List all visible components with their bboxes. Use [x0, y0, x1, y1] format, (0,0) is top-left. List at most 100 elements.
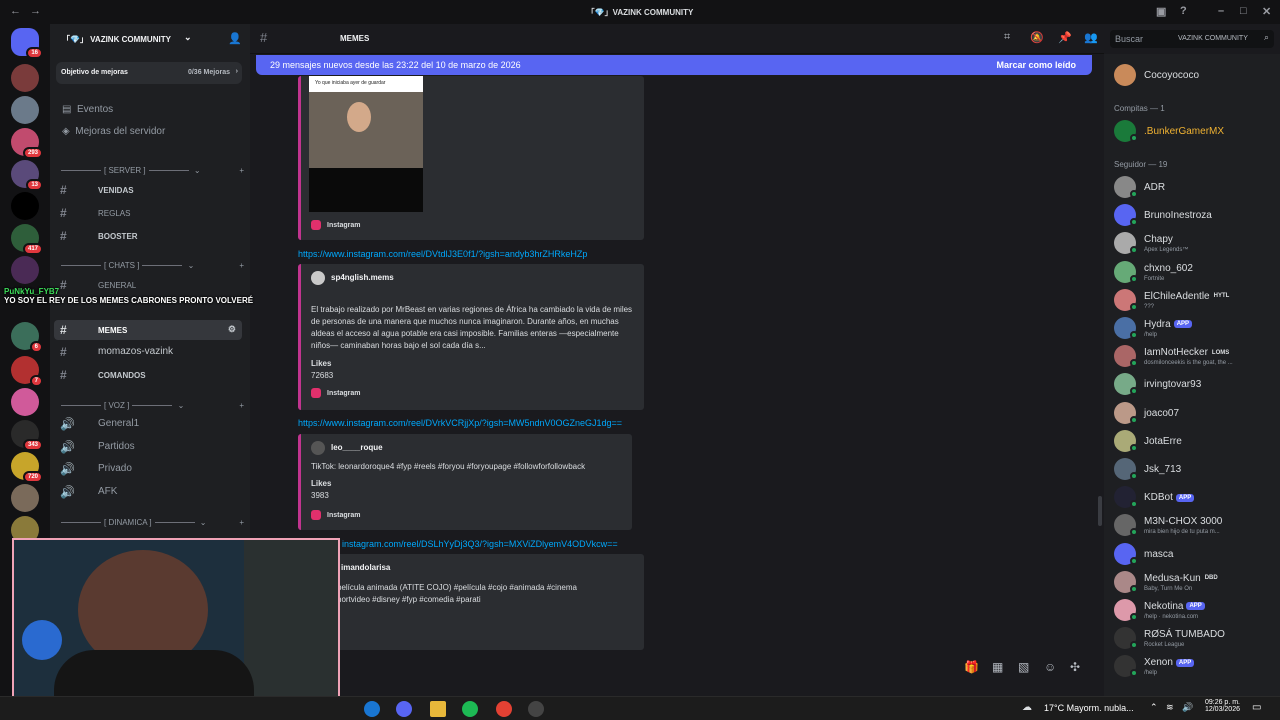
channel-momazos[interactable]: # momazos-vazink: [54, 342, 242, 362]
boost-goal[interactable]: Objetivo de mejoras 0/36 Mejoras ›: [56, 62, 242, 84]
embed-author[interactable]: leo____roque: [331, 443, 383, 452]
member-item[interactable]: JotaErre: [1114, 428, 1280, 454]
obs-icon[interactable]: [528, 701, 544, 717]
voice-channel-general1[interactable]: 🔊 General1: [54, 414, 242, 434]
tiktok-server-icon[interactable]: [11, 192, 39, 220]
server-icon[interactable]: 13: [11, 160, 43, 191]
emoji-icon[interactable]: ☺: [1044, 660, 1056, 674]
channel-label: MEMES: [98, 326, 128, 335]
mark-as-read-button[interactable]: Marcar como leído: [996, 60, 1076, 70]
add-channel-icon[interactable]: +: [239, 401, 244, 410]
member-group-header: Seguidor — 19: [1114, 160, 1168, 169]
file-explorer-icon[interactable]: [430, 701, 446, 717]
member-item[interactable]: RØSÁ TUMBADO Rocket League: [1114, 625, 1280, 651]
member-item[interactable]: masca: [1114, 541, 1280, 567]
channel-comandos[interactable]: # COMANDOS: [54, 365, 242, 385]
new-messages-banner[interactable]: 29 mensajes nuevos desde las 23:22 del 1…: [256, 55, 1092, 75]
member-item[interactable]: KDBot APP: [1114, 484, 1280, 510]
discord-home-icon[interactable]: 16: [11, 28, 43, 59]
nav-events[interactable]: ▤ Eventos: [62, 104, 113, 115]
search-input[interactable]: Buscar VAZINK COMMUNITY ⌕: [1110, 30, 1274, 48]
member-item[interactable]: Jsk_713: [1114, 456, 1280, 482]
channel-memes[interactable]: # MEMES ⚙: [54, 320, 242, 340]
edge-icon[interactable]: [364, 701, 380, 717]
video-thumbnail[interactable]: Yo que iniciaba ayer de guardar: [309, 76, 423, 212]
add-user-icon[interactable]: 👤: [228, 32, 242, 45]
add-channel-icon[interactable]: +: [239, 261, 244, 270]
notifications-icon[interactable]: ▭: [1252, 702, 1261, 713]
member-item[interactable]: Chapy Apex Legends™: [1114, 230, 1280, 256]
member-item[interactable]: joaco07: [1114, 400, 1280, 426]
category-dinamica[interactable]: [ DINAMICA ] ⌄ +: [58, 518, 244, 527]
member-activity: /help · nekotina.com: [1144, 614, 1199, 620]
volume-icon[interactable]: 🔊: [1182, 702, 1193, 713]
scrollbar-thumb[interactable]: [1098, 496, 1102, 526]
category-server[interactable]: [ SERVER ] ⌄ +: [58, 166, 244, 175]
member-item[interactable]: Nekotina APP/help · nekotina.com: [1114, 597, 1280, 623]
sticker-icon[interactable]: ▧: [1018, 660, 1029, 674]
instagram-source: Instagram: [311, 388, 360, 398]
pin-icon[interactable]: 📌: [1058, 31, 1072, 44]
server-icon[interactable]: 6: [11, 322, 43, 353]
member-item[interactable]: Medusa-Kun DBD Baby, Turn Me On: [1114, 569, 1280, 595]
member-list-icon[interactable]: 👥: [1084, 31, 1098, 44]
server-icon[interactable]: 720: [11, 452, 43, 483]
category-chats[interactable]: [ CHATS ] ⌄ +: [58, 261, 244, 270]
weather-text[interactable]: 17°C Mayorm. nubla...: [1044, 703, 1134, 713]
member-item[interactable]: M3N-CHOX 3000 mira bien hijo de tu puta m…: [1114, 512, 1280, 538]
member-item[interactable]: Hydra APP/help: [1114, 315, 1280, 341]
member-item[interactable]: IamNotHecker LOMS dosmilonceekis is the go…: [1114, 343, 1280, 369]
server-icon[interactable]: [11, 388, 39, 416]
member-item[interactable]: .BunkerGamerMX: [1114, 118, 1280, 144]
server-icon[interactable]: 293: [11, 128, 43, 159]
network-icon[interactable]: ≋: [1166, 702, 1174, 713]
member-item[interactable]: Cocoyococo: [1114, 62, 1280, 88]
channel-booster[interactable]: # BOOSTER: [54, 226, 242, 246]
spotify-icon[interactable]: [462, 701, 478, 717]
member-item[interactable]: Xenon APP/help: [1114, 653, 1280, 679]
voice-channel-afk[interactable]: 🔊 AFK: [54, 482, 242, 502]
voice-channel-partidos[interactable]: 🔊 Partidos: [54, 437, 242, 457]
message-link[interactable]: https://www.instagram.com/reel/DVrkVCRjj…: [298, 418, 622, 428]
apps-icon[interactable]: ✣: [1070, 660, 1080, 674]
message-link[interactable]: instagram.com/reel/DSLhYyDj3Q3/?igsh=MXV…: [342, 539, 618, 549]
inbox-icon[interactable]: ▣: [1156, 5, 1166, 18]
member-item[interactable]: ElChileAdentle HYTL???: [1114, 287, 1280, 313]
settings-gear-icon[interactable]: ⚙: [228, 324, 236, 335]
tray-chevron-icon[interactable]: ⌃: [1150, 702, 1158, 713]
embed-author[interactable]: imandolarisa: [341, 563, 390, 572]
chrome-icon[interactable]: [496, 701, 512, 717]
server-header[interactable]: 「💎」 VAZINK COMMUNITY ⌄ 👤: [50, 24, 250, 54]
close-icon[interactable]: ✕: [1262, 5, 1271, 18]
server-icon[interactable]: [11, 484, 39, 512]
server-icon[interactable]: 7: [11, 356, 43, 387]
category-voz[interactable]: [ VOZ ] ⌄ +: [58, 401, 244, 410]
threads-icon[interactable]: ⌗: [1004, 31, 1010, 44]
nav-server-boost[interactable]: ◈ Mejoras del servidor: [62, 126, 165, 137]
help-icon[interactable]: ?: [1180, 5, 1187, 17]
channel-reglas[interactable]: # REGLAS: [54, 203, 242, 223]
minimize-icon[interactable]: –: [1218, 5, 1224, 17]
server-icon[interactable]: 417: [11, 224, 43, 255]
server-icon[interactable]: [11, 64, 39, 92]
member-item[interactable]: BrunoInestroza: [1114, 202, 1280, 228]
channel-venidas[interactable]: # VENIDAS: [54, 180, 242, 200]
gif-icon[interactable]: ▦: [992, 660, 1003, 674]
mute-bell-icon[interactable]: 🔕: [1030, 31, 1044, 44]
member-item[interactable]: chxno_602 Fortnite: [1114, 259, 1280, 285]
server-icon[interactable]: [11, 96, 39, 124]
member-item[interactable]: irvingtovar93: [1114, 371, 1280, 397]
add-channel-icon[interactable]: +: [239, 518, 244, 527]
add-channel-icon[interactable]: +: [239, 166, 244, 175]
discord-taskbar-icon[interactable]: [396, 701, 412, 717]
server-icon[interactable]: 343: [11, 420, 43, 451]
embed-author[interactable]: sp4nglish.mems: [331, 273, 394, 282]
gift-icon[interactable]: 🎁: [964, 660, 979, 674]
clock[interactable]: 09:26 p. m. 12/03/2026: [1196, 699, 1240, 713]
server-icon[interactable]: [11, 256, 39, 284]
member-item[interactable]: ADR: [1114, 174, 1280, 200]
maximize-icon[interactable]: □: [1240, 5, 1247, 17]
message-link[interactable]: https://www.instagram.com/reel/DVtdlJ3E0…: [298, 249, 587, 259]
online-status: [1130, 246, 1138, 255]
voice-channel-privado[interactable]: 🔊 Privado: [54, 459, 242, 479]
